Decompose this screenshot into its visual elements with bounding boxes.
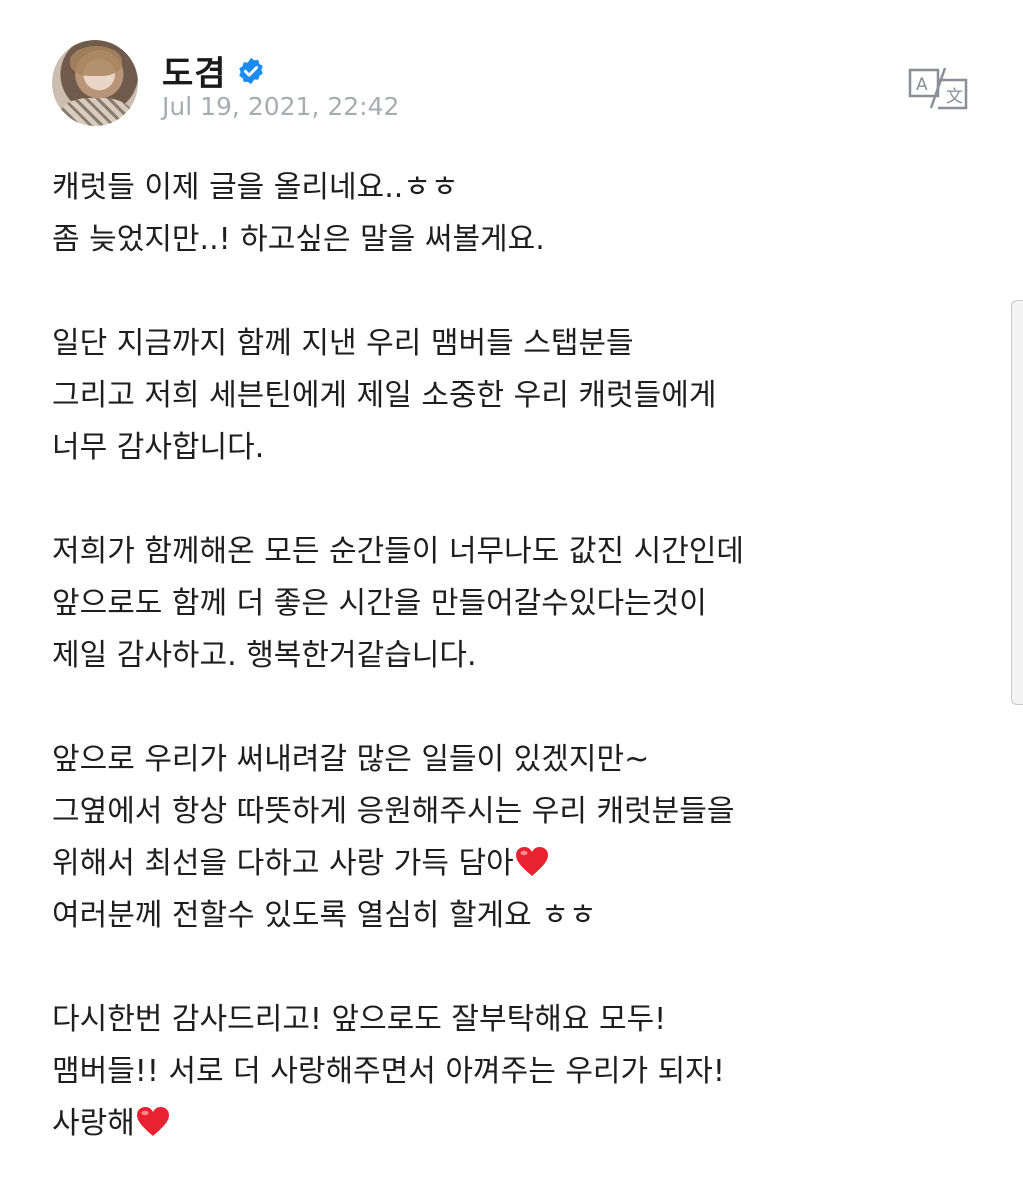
post-text-line: 저희가 함께해온 모든 순간들이 너무나도 값진 시간인데 <box>52 526 952 578</box>
post-text-line: 앞으로도 함께 더 좋은 시간을 만들어갈수있다는것이 <box>52 578 952 630</box>
post-line-text: 그옆에서 항상 따뜻하게 응원해주시는 우리 캐럿분들을 <box>52 794 735 829</box>
post-line-text: 앞으로도 함께 더 좋은 시간을 만들어갈수있다는것이 <box>52 586 707 621</box>
post-paragraph: 일단 지금까지 함께 지낸 우리 맴버들 스탭분들그리고 저희 세븐틴에게 제일… <box>52 318 952 474</box>
post-paragraph: 앞으로 우리가 써내려갈 많은 일들이 있겠지만~ 그옆에서 항상 따뜻하게 응원… <box>52 734 952 942</box>
post-line-text: 위해서 최선을 다하고 사랑 가득 담아 <box>52 846 514 881</box>
avatar-shirt <box>60 98 132 126</box>
post-line-text: 사랑해 <box>52 1106 135 1141</box>
post-header: 도겸 Jul 19, 2021, 22:42 A 文 <box>52 40 982 130</box>
scrollbar[interactable] <box>1011 300 1023 705</box>
post-line-text: 제일 감사하고. 행복한거같습니다. <box>52 638 477 673</box>
post-timestamp: Jul 19, 2021, 22:42 <box>162 92 400 121</box>
post-text-line: 맴버들!! 서로 더 사랑해주면서 아껴주는 우리가 되자! <box>52 1046 952 1098</box>
heart-emoji <box>136 1107 169 1136</box>
post-text-line: 위해서 최선을 다하고 사랑 가득 담아 <box>52 838 952 890</box>
post-text-line: 너무 감사합니다. <box>52 422 952 474</box>
translate-icon[interactable]: A 文 <box>907 66 969 110</box>
post-content: 캐럿들 이제 글을 올리네요..ㅎㅎ 좀 늦었지만..! 하고싶은 말을 써볼게요… <box>52 162 952 1150</box>
post-line-text: 좀 늦었지만..! 하고싶은 말을 써볼게요. <box>52 222 545 257</box>
post-text-line: 여러분께 전할수 있도록 열심히 할게요 ㅎㅎ <box>52 890 952 942</box>
avatar[interactable] <box>52 40 138 126</box>
post-paragraph: 캐럿들 이제 글을 올리네요..ㅎㅎ 좀 늦었지만..! 하고싶은 말을 써볼게요… <box>52 162 952 266</box>
post-line-text: 캐럿들 이제 글을 올리네요..ㅎㅎ <box>52 170 459 205</box>
post-line-text: 다시한번 감사드리고! 앞으로도 잘부탁해요 모두! <box>52 1002 667 1037</box>
post-line-text: 앞으로 우리가 써내려갈 많은 일들이 있겠지만~ <box>52 742 650 777</box>
post-text-line: 그리고 저희 세븐틴에게 제일 소중한 우리 캐럿들에게 <box>52 370 952 422</box>
heart-emoji <box>515 847 548 876</box>
svg-text:文: 文 <box>946 87 963 107</box>
post-line-text: 일단 지금까지 함께 지낸 우리 맴버들 스탭분들 <box>52 326 634 361</box>
post-text-line: 사랑해 <box>52 1098 952 1150</box>
svg-text:A: A <box>916 75 928 95</box>
post-line-text: 너무 감사합니다. <box>52 430 265 465</box>
post-paragraph: 다시한번 감사드리고! 앞으로도 잘부탁해요 모두! 맴버들!! 서로 더 사랑해… <box>52 994 952 1150</box>
post-text-line: 캐럿들 이제 글을 올리네요..ㅎㅎ <box>52 162 952 214</box>
post-text-line: 좀 늦었지만..! 하고싶은 말을 써볼게요. <box>52 214 952 266</box>
post-line-text: 그리고 저희 세븐틴에게 제일 소중한 우리 캐럿들에게 <box>52 378 717 413</box>
post-text-line: 그옆에서 항상 따뜻하게 응원해주시는 우리 캐럿분들을 <box>52 786 952 838</box>
post-text-line: 일단 지금까지 함께 지낸 우리 맴버들 스탭분들 <box>52 318 952 370</box>
verified-check-icon <box>239 57 263 85</box>
post-line-text: 저희가 함께해온 모든 순간들이 너무나도 값진 시간인데 <box>52 534 745 569</box>
post-line-text: 맴버들!! 서로 더 사랑해주면서 아껴주는 우리가 되자! <box>52 1054 725 1089</box>
post-line-text: 여러분께 전할수 있도록 열심히 할게요 ㅎㅎ <box>52 898 597 933</box>
post-text-line: 다시한번 감사드리고! 앞으로도 잘부탁해요 모두! <box>52 994 952 1046</box>
post-text-line: 제일 감사하고. 행복한거같습니다. <box>52 630 952 682</box>
post-paragraph: 저희가 함께해온 모든 순간들이 너무나도 값진 시간인데앞으로도 함께 더 좋… <box>52 526 952 682</box>
author-name[interactable]: 도겸 <box>162 46 227 95</box>
avatar-hair <box>70 46 122 76</box>
post-text-line: 앞으로 우리가 써내려갈 많은 일들이 있겠지만~ <box>52 734 952 786</box>
